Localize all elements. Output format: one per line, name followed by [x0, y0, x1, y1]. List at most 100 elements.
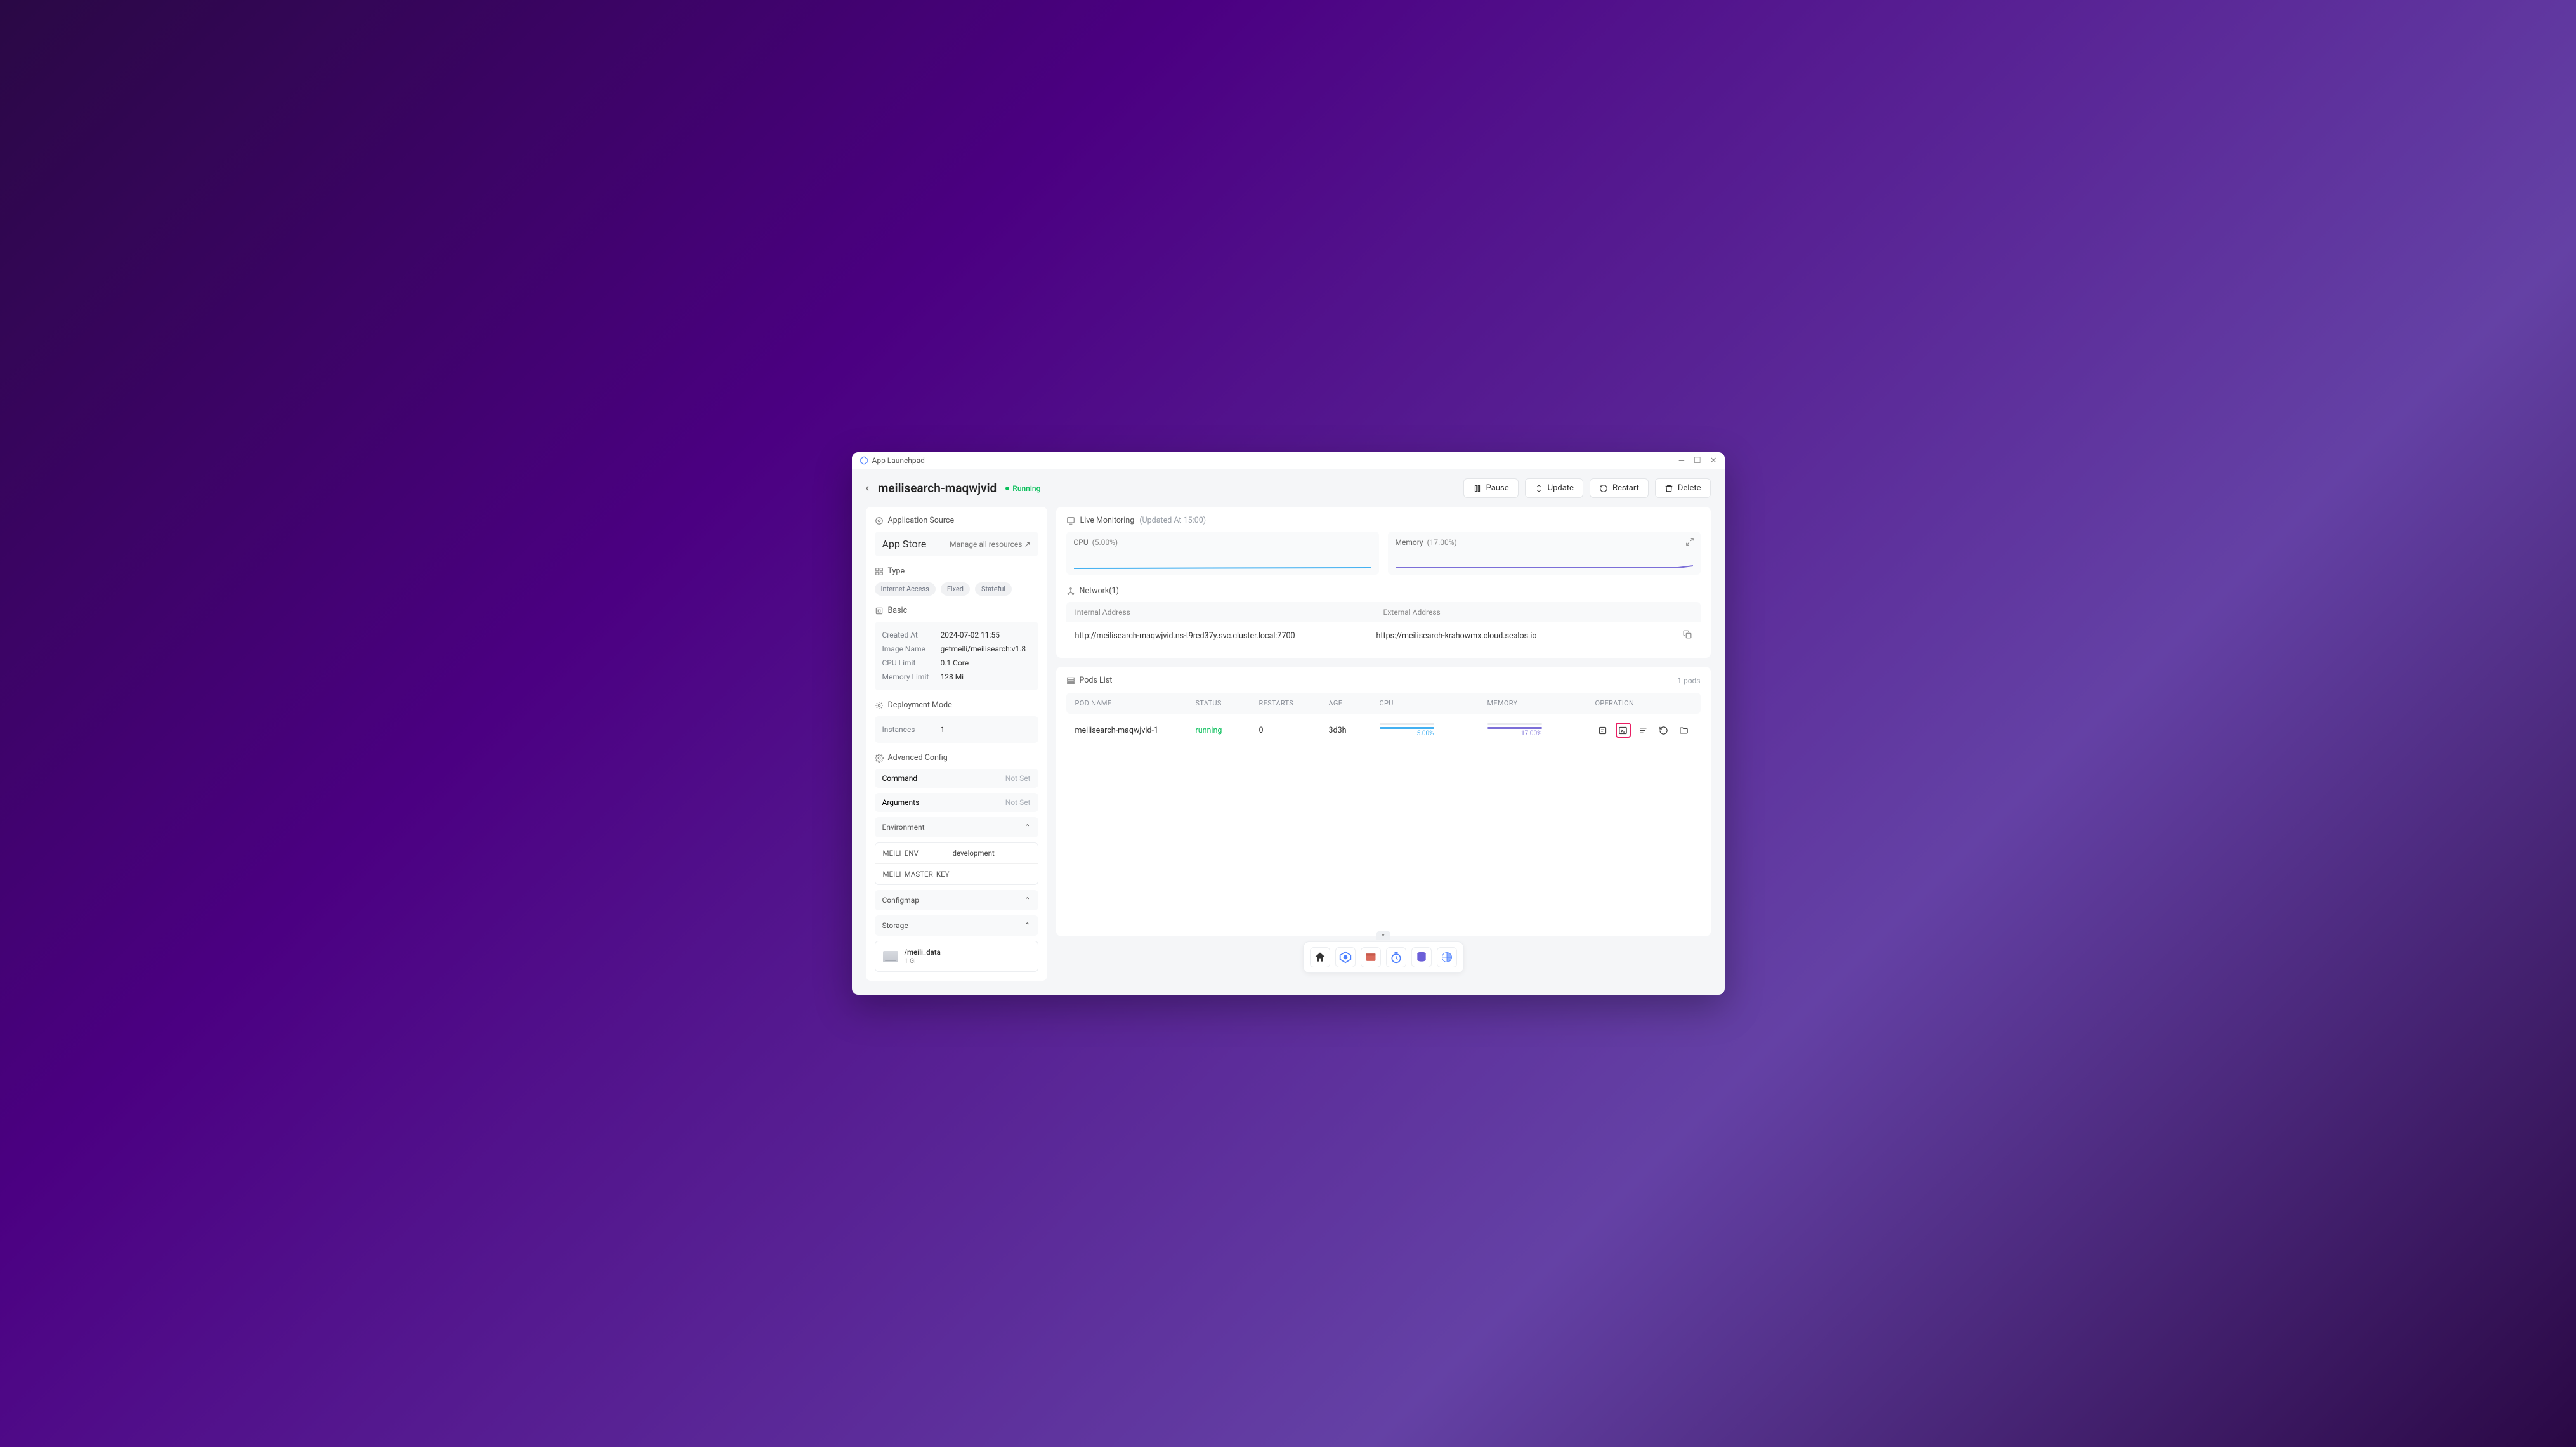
chevron-up-icon: ⌃	[1024, 921, 1030, 930]
storage-path: /meili_data	[905, 948, 941, 957]
external-address-value[interactable]: https://meilisearch-krahowmx.cloud.sealo…	[1376, 631, 1678, 641]
dock-cron[interactable]	[1386, 947, 1406, 967]
pod-restart-icon[interactable]	[1656, 723, 1671, 738]
pause-button[interactable]: Pause	[1463, 478, 1519, 498]
col-pod-name: POD NAME	[1075, 699, 1196, 707]
dock-lens[interactable]	[1437, 947, 1457, 967]
delete-label: Delete	[1678, 483, 1701, 493]
app-source-heading: Application Source	[875, 516, 1038, 525]
internal-address-value[interactable]: http://meilisearch-maqwjvid.ns-t9red37y.…	[1075, 631, 1376, 641]
environment-collapser[interactable]: Environment ⌃	[875, 817, 1038, 837]
cpu-limit-label: CPU Limit	[882, 658, 941, 667]
expand-icon[interactable]	[1685, 537, 1694, 549]
pod-terminal-icon[interactable]	[1616, 723, 1631, 738]
env-row: MEILI_ENVdevelopment	[875, 843, 1038, 864]
command-label: Command	[882, 774, 918, 783]
minimize-button[interactable]: —	[1678, 457, 1685, 465]
image-name-label: Image Name	[882, 645, 941, 653]
storage-size: 1 Gi	[905, 957, 941, 965]
monitoring-panel: Live Monitoring (Updated At 15:00) CPU (…	[1056, 507, 1711, 658]
app-window: App Launchpad — ☐ ✕ ‹ meilisearch-maqwjv…	[852, 452, 1725, 995]
col-cpu: CPU	[1380, 699, 1487, 707]
type-heading: Type	[875, 566, 1038, 576]
monitoring-updated: (Updated At 15:00)	[1139, 516, 1206, 525]
col-status: STATUS	[1196, 699, 1259, 707]
cpu-monitor-card: CPU (5.00%)	[1066, 532, 1379, 575]
pod-logs-icon[interactable]	[1636, 723, 1651, 738]
pod-status: running	[1196, 726, 1259, 735]
instances-value: 1	[941, 725, 945, 734]
close-button[interactable]: ✕	[1710, 457, 1717, 465]
command-value: Not Set	[1005, 774, 1031, 783]
env-row: MEILI_MASTER_KEY	[875, 864, 1038, 884]
arguments-value: Not Set	[1005, 798, 1031, 807]
pause-label: Pause	[1486, 483, 1509, 493]
pod-cpu-value: 5.00%	[1380, 730, 1434, 737]
restart-label: Restart	[1612, 483, 1639, 493]
internal-address-header: Internal Address	[1075, 608, 1383, 617]
memory-monitor-card: Memory (17.00%)	[1388, 532, 1701, 575]
cpu-limit-value: 0.1 Core	[941, 658, 969, 667]
pod-restarts: 0	[1259, 726, 1329, 735]
external-address-header: External Address	[1383, 608, 1692, 617]
dock-handle[interactable]: ▾	[1376, 931, 1390, 940]
storage-collapser[interactable]: Storage ⌃	[875, 915, 1038, 936]
pod-age: 3d3h	[1329, 726, 1380, 735]
app-icon	[860, 456, 868, 465]
delete-button[interactable]: Delete	[1655, 478, 1711, 498]
deploy-mode-heading: Deployment Mode	[875, 700, 1038, 710]
sidebar: Application Source App Store Manage all …	[866, 507, 1047, 981]
maximize-button[interactable]: ☐	[1694, 457, 1701, 465]
storage-item: /meili_data 1 Gi	[875, 941, 1038, 972]
dock	[1303, 941, 1464, 973]
page-header: ‹ meilisearch-maqwjvid Running Pause Upd…	[852, 469, 1725, 507]
copy-icon[interactable]	[1683, 630, 1692, 641]
image-name-value: getmeili/meilisearch:v1.8	[941, 645, 1026, 653]
instances-label: Instances	[882, 725, 941, 734]
pods-count: 1 pods	[1677, 676, 1700, 685]
pod-files-icon[interactable]	[1677, 723, 1692, 738]
network-heading: Network(1)	[1066, 586, 1701, 596]
pod-memory-value: 17.00%	[1487, 730, 1542, 737]
col-operation: OPERATION	[1595, 699, 1692, 707]
manage-resources-link[interactable]: Manage all resources ↗	[950, 540, 1030, 549]
status-badge: Running	[1005, 484, 1040, 493]
pod-name: meilisearch-maqwjvid-1	[1075, 726, 1196, 735]
monitoring-heading: Live Monitoring	[1080, 516, 1135, 525]
pod-details-icon[interactable]	[1595, 723, 1611, 738]
memory-limit-value: 128 Mi	[941, 672, 964, 681]
restart-button[interactable]: Restart	[1590, 478, 1649, 498]
status-dot-icon	[1005, 487, 1009, 490]
update-label: Update	[1548, 483, 1574, 493]
status-text: Running	[1012, 484, 1040, 493]
memory-limit-label: Memory Limit	[882, 672, 941, 681]
col-memory: MEMORY	[1487, 699, 1595, 707]
dock-home[interactable]	[1310, 947, 1330, 967]
dock-database[interactable]	[1411, 947, 1432, 967]
chevron-up-icon: ⌃	[1024, 823, 1030, 832]
arguments-label: Arguments	[882, 798, 920, 807]
pods-panel: Pods List 1 pods POD NAME STATUS RESTART…	[1056, 667, 1711, 936]
back-button[interactable]: ‹	[866, 481, 869, 495]
app-store-label: App Store	[882, 538, 927, 550]
configmap-collapser[interactable]: Configmap ⌃	[875, 890, 1038, 910]
dock-wallet[interactable]	[1361, 947, 1381, 967]
created-at-label: Created At	[882, 631, 941, 639]
table-row: meilisearch-maqwjvid-1 running 0 3d3h 5.…	[1066, 714, 1701, 747]
tag-internet-access: Internet Access	[875, 582, 936, 596]
advanced-config-heading: Advanced Config	[875, 753, 1038, 763]
page-title: meilisearch-maqwjvid	[878, 481, 997, 495]
pods-heading: Pods List	[1080, 676, 1113, 685]
app-title: App Launchpad	[872, 456, 925, 465]
tag-stateful: Stateful	[975, 582, 1012, 596]
disk-icon	[883, 951, 898, 962]
chevron-up-icon: ⌃	[1024, 896, 1030, 905]
created-at-value: 2024-07-02 11:55	[941, 631, 1000, 639]
dock-kubernetes[interactable]	[1335, 947, 1356, 967]
col-restarts: RESTARTS	[1259, 699, 1329, 707]
col-age: AGE	[1329, 699, 1380, 707]
basic-heading: Basic	[875, 606, 1038, 615]
titlebar: App Launchpad — ☐ ✕	[852, 452, 1725, 469]
update-button[interactable]: Update	[1525, 478, 1583, 498]
tag-fixed: Fixed	[941, 582, 970, 596]
